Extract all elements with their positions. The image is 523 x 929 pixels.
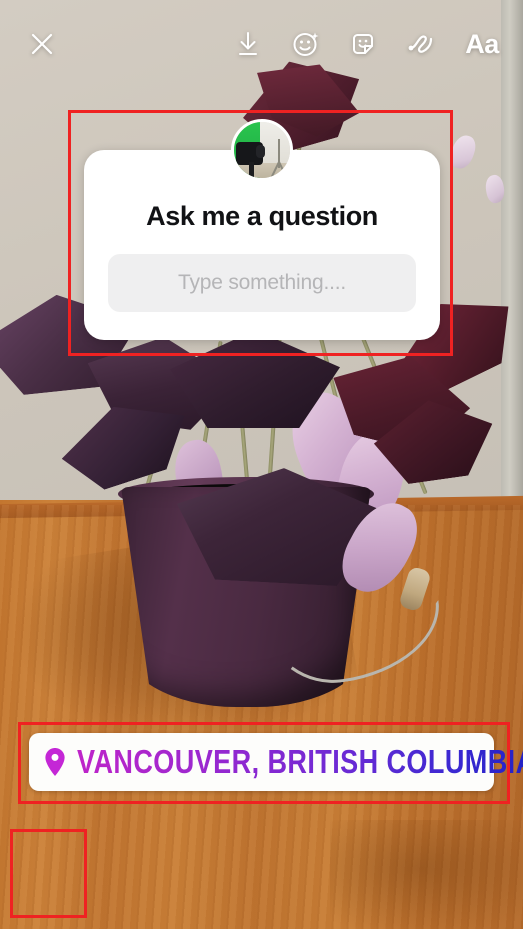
question-sticker-title: Ask me a question bbox=[146, 201, 378, 231]
effects-face-icon[interactable] bbox=[286, 24, 326, 64]
bottom-share-bar: Your Story Close Friends Send To bbox=[0, 824, 523, 929]
question-sticker-input[interactable]: Type something.... bbox=[108, 253, 416, 312]
sticker-icon[interactable] bbox=[343, 24, 383, 64]
top-toolbar: Aa bbox=[0, 0, 523, 84]
location-sticker-text: VANCOUVER, BRITISH COLUMBIA bbox=[77, 743, 523, 781]
close-icon[interactable] bbox=[22, 24, 62, 64]
draw-icon[interactable] bbox=[401, 24, 441, 64]
location-sticker[interactable]: VANCOUVER, BRITISH COLUMBIA bbox=[29, 733, 523, 791]
text-icon[interactable]: Aa bbox=[460, 24, 504, 64]
avatar-tripod bbox=[277, 138, 280, 168]
story-editor-screen: Aa Ask me a question Type something.... … bbox=[0, 0, 523, 929]
avatar-camera bbox=[236, 142, 266, 165]
avatar-camera-leg bbox=[248, 162, 254, 178]
question-sticker-placeholder: Type something.... bbox=[178, 270, 346, 294]
text-icon-label: Aa bbox=[465, 28, 499, 59]
location-pin-icon bbox=[43, 747, 67, 777]
download-icon[interactable] bbox=[228, 24, 268, 64]
profile-avatar bbox=[231, 119, 293, 181]
